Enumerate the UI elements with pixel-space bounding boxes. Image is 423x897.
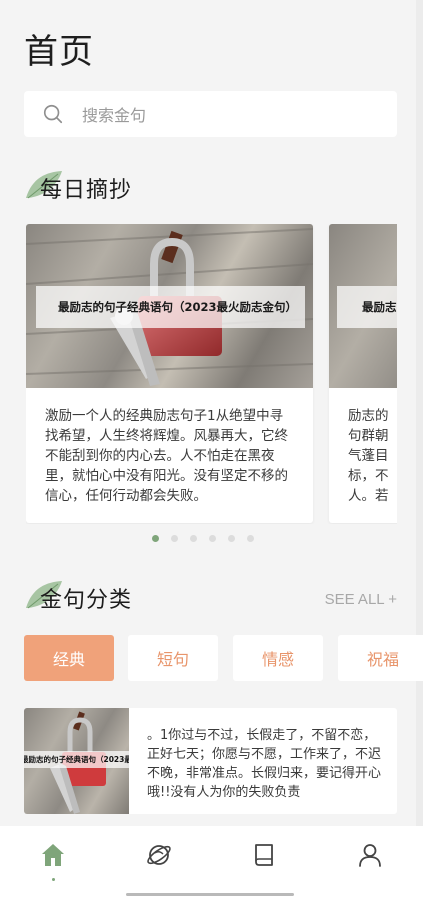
home-icon (41, 844, 64, 866)
search-input[interactable]: 搜索金句 (82, 102, 146, 126)
category-tabs: 经典 短句 情感 祝福 (24, 635, 423, 682)
nav-profile[interactable] (317, 826, 423, 897)
page-dot[interactable] (190, 535, 197, 542)
list-item-text: 。1你过与不过，长假走了，不留不恋，正好七天；你愿与不愿，工作来了，不迟不晚，非… (147, 728, 382, 800)
card-caption: 最励志 (337, 286, 397, 328)
section-title-categories: 金句分类 (40, 588, 133, 613)
bottom-navigation (0, 826, 423, 897)
see-all-link[interactable]: SEE ALL + (325, 591, 397, 608)
quote-card[interactable]: 最励志的句子经典语句（2023最火励志金句） 激励一个人的经典励志句子1从绝望中… (26, 224, 313, 523)
screen-edge-strip (416, 0, 423, 826)
search-bar[interactable]: 搜索金句 (24, 91, 397, 137)
tab-blessing[interactable]: 祝福 (338, 635, 423, 681)
card-quote-text: 励志的句群朝气蓬目标，不人。若不活，你最在生命 (348, 408, 389, 504)
page-dot[interactable] (247, 535, 254, 542)
quote-card[interactable]: 最励志 励志的句群朝气蓬目标，不人。若不活，你最在生命 (329, 224, 397, 523)
card-image: 最励志 (329, 224, 397, 388)
nav-discover[interactable] (106, 826, 212, 897)
planet-icon (146, 845, 171, 865)
carousel-pagination (152, 535, 254, 542)
tab-classic[interactable]: 经典 (24, 635, 114, 681)
card-quote-text: 激励一个人的经典励志句子1从绝望中寻找希望，人生终将辉煌。风暴再大，它终不能刮到… (45, 408, 288, 504)
page-dot[interactable] (152, 535, 159, 542)
active-indicator (51, 878, 55, 881)
home-indicator (126, 893, 294, 896)
tab-short[interactable]: 短句 (128, 635, 218, 681)
list-item-caption: 最励志的句子经典语句（2023最火励志 (24, 751, 129, 768)
nav-books[interactable] (212, 826, 318, 897)
page-title: 首页 (24, 32, 94, 72)
user-icon (359, 844, 382, 867)
card-caption: 最励志的句子经典语句（2023最火励志金句） (36, 286, 305, 328)
page-dot[interactable] (171, 535, 178, 542)
daily-carousel[interactable]: 最励志的句子经典语句（2023最火励志金句） 激励一个人的经典励志句子1从绝望中… (26, 224, 397, 524)
section-daily-header: 每日摘抄 (24, 168, 132, 208)
list-item-image: 最励志的句子经典语句（2023最火励志 (24, 708, 129, 814)
book-icon (255, 844, 274, 866)
section-title-daily: 每日摘抄 (40, 178, 133, 203)
tab-emotion[interactable]: 情感 (233, 635, 323, 681)
page-dot[interactable] (228, 535, 235, 542)
page-dot[interactable] (209, 535, 216, 542)
nav-home[interactable] (0, 826, 106, 897)
card-image: 最励志的句子经典语句（2023最火励志金句） (26, 224, 313, 388)
search-icon (43, 104, 63, 124)
section-categories-header: 金句分类 (24, 578, 132, 618)
list-item[interactable]: 最励志的句子经典语句（2023最火励志 。1你过与不过，长假走了，不留不恋，正好… (24, 708, 397, 814)
